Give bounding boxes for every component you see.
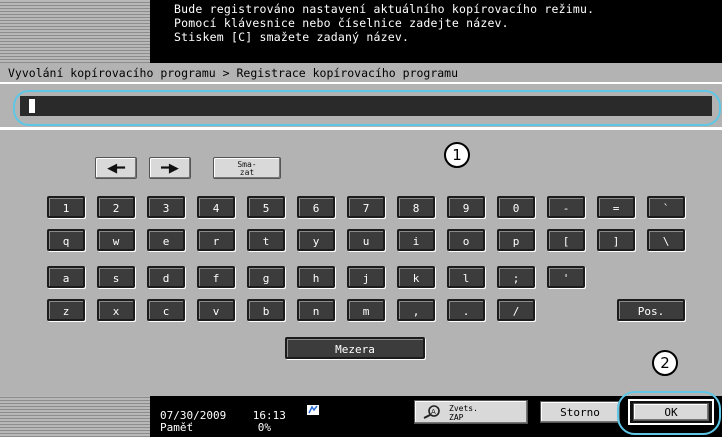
delete-label: Sma- zat [237, 160, 257, 177]
network-icon [307, 405, 319, 415]
key[interactable]: y [297, 229, 335, 251]
key[interactable]: \ [647, 229, 685, 251]
key[interactable]: w [97, 229, 135, 251]
delete-button[interactable]: Sma- zat [213, 157, 281, 179]
key[interactable]: a [47, 266, 85, 288]
key[interactable]: j [347, 266, 385, 288]
decor-stripes [0, 0, 150, 63]
key[interactable]: = [597, 196, 635, 218]
svg-text:A: A [431, 408, 436, 416]
key[interactable]: d [147, 266, 185, 288]
key[interactable]: 5 [247, 196, 285, 218]
key[interactable]: i [397, 229, 435, 251]
divider [0, 127, 722, 130]
screen: Bude registrováno nastavení aktuálního k… [0, 0, 722, 437]
memory-value: 0% [257, 421, 271, 434]
key[interactable]: b [247, 299, 285, 321]
key[interactable]: / [497, 299, 535, 321]
key[interactable]: x [97, 299, 135, 321]
key[interactable]: p [497, 229, 535, 251]
name-input[interactable] [20, 96, 712, 116]
message-line-3: Stiskem [C] smažete zadaný název. [174, 30, 410, 44]
key[interactable]: 9 [447, 196, 485, 218]
key[interactable]: 6 [297, 196, 335, 218]
key[interactable]: 0 [497, 196, 535, 218]
cursor-left-button[interactable]: ◀━ [95, 157, 137, 179]
arrow-right-icon: ━▶ [161, 161, 179, 176]
key[interactable]: 7 [347, 196, 385, 218]
key[interactable]: , [397, 299, 435, 321]
message-text: Bude registrováno nastavení aktuálního k… [174, 2, 594, 44]
key[interactable]: v [197, 299, 235, 321]
key[interactable]: q [47, 229, 85, 251]
key[interactable]: 2 [97, 196, 135, 218]
key[interactable]: u [347, 229, 385, 251]
key[interactable]: h [297, 266, 335, 288]
cursor-right-button[interactable]: ━▶ [149, 157, 191, 179]
divider [0, 82, 722, 84]
key[interactable]: l [447, 266, 485, 288]
ok-button[interactable]: OK [633, 403, 709, 421]
key[interactable]: m [347, 299, 385, 321]
message-line-1: Bude registrováno nastavení aktuálního k… [174, 2, 595, 16]
status-info: 07/30/2009 16:13 Paměť 0% [160, 410, 286, 434]
text-cursor [29, 99, 35, 113]
key[interactable]: 3 [147, 196, 185, 218]
zoom-magnifier-icon: A [423, 405, 440, 419]
key[interactable]: [ [547, 229, 585, 251]
key[interactable]: k [397, 266, 435, 288]
key[interactable]: o [447, 229, 485, 251]
key[interactable]: s [97, 266, 135, 288]
key[interactable]: 4 [197, 196, 235, 218]
key[interactable]: - [547, 196, 585, 218]
key[interactable]: g [247, 266, 285, 288]
memory-label: Paměť [160, 421, 194, 434]
key[interactable]: ; [497, 266, 535, 288]
key[interactable]: ] [597, 229, 635, 251]
cancel-button[interactable]: Storno [540, 401, 620, 423]
callout-1: 1 [444, 142, 470, 168]
key[interactable]: n [297, 299, 335, 321]
message-line-2: Pomocí klávesnice nebo číselnice zadejte… [174, 16, 509, 30]
zoom-display-button[interactable]: A Zvets. ZAP [414, 400, 528, 424]
key[interactable]: ' [547, 266, 585, 288]
key[interactable]: ` [647, 196, 685, 218]
key[interactable]: r [197, 229, 235, 251]
decor-stripes [0, 396, 150, 437]
shift-button[interactable]: Pos. [617, 299, 685, 321]
arrow-left-icon: ◀━ [107, 161, 125, 176]
key[interactable]: 8 [397, 196, 435, 218]
key[interactable]: t [247, 229, 285, 251]
message-bar: Bude registrováno nastavení aktuálního k… [0, 0, 722, 63]
key[interactable]: 1 [47, 196, 85, 218]
key[interactable]: c [147, 299, 185, 321]
breadcrumb: Vyvolání kopírovacího programu > Registr… [8, 66, 459, 80]
zoom-label: Zvets. ZAP [449, 404, 478, 422]
space-button[interactable]: Mezera [285, 337, 425, 359]
key[interactable]: z [47, 299, 85, 321]
callout-2: 2 [652, 350, 678, 376]
key[interactable]: f [197, 266, 235, 288]
key[interactable]: e [147, 229, 185, 251]
key[interactable]: . [447, 299, 485, 321]
